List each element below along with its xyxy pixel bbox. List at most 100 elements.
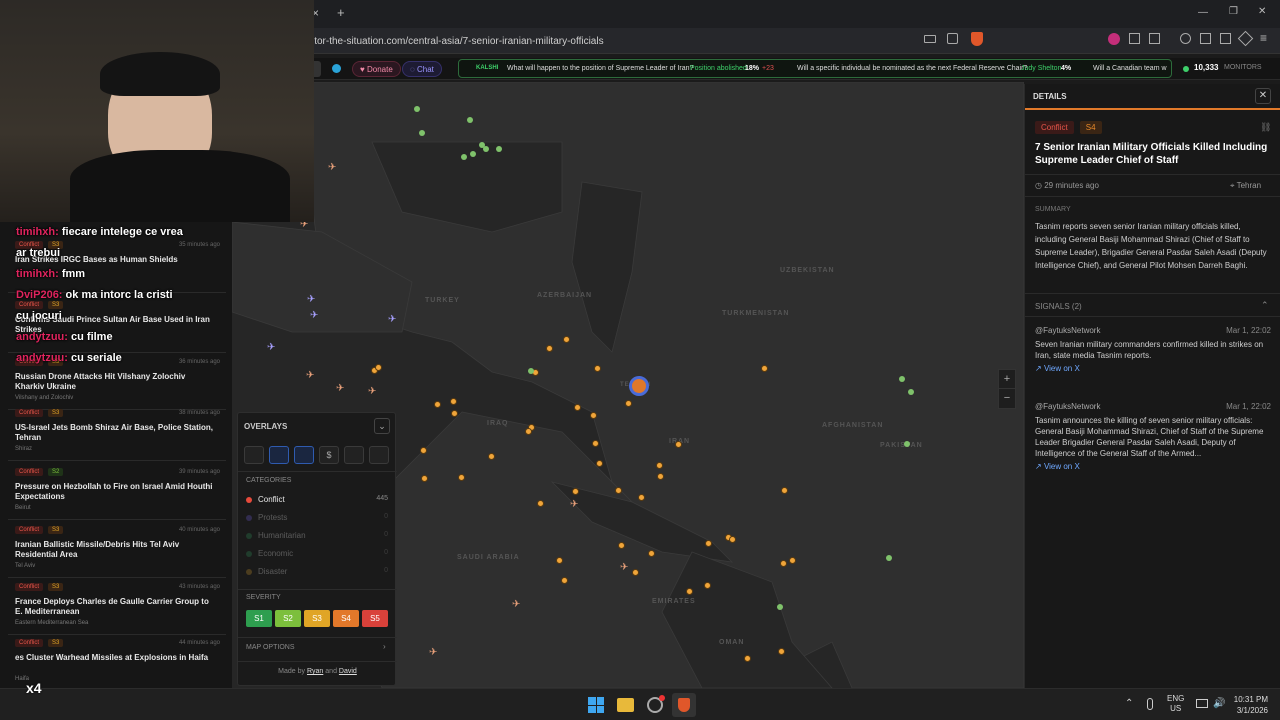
event-marker[interactable] <box>638 494 645 501</box>
protest-marker[interactable] <box>899 376 905 382</box>
event-marker[interactable] <box>421 475 428 482</box>
severity-filter-button[interactable]: S1 <box>246 610 272 627</box>
close-icon[interactable]: ✕ <box>1255 88 1271 104</box>
chevron-right-icon[interactable]: › <box>383 642 386 651</box>
aircraft-icon[interactable]: ✈ <box>336 383 344 394</box>
language-indicator[interactable]: ENG US <box>1167 694 1184 714</box>
aircraft-icon[interactable]: ✈ <box>328 162 336 173</box>
aircraft-icon[interactable]: ✈ <box>620 562 628 573</box>
event-marker[interactable] <box>781 487 788 494</box>
event-marker[interactable] <box>761 365 768 372</box>
satellite-icon[interactable] <box>344 446 364 464</box>
wallet-icon[interactable] <box>1149 33 1160 44</box>
event-marker[interactable] <box>656 462 663 469</box>
event-marker[interactable] <box>705 540 712 547</box>
event-marker[interactable] <box>729 536 736 543</box>
people-icon[interactable] <box>244 446 264 464</box>
event-marker[interactable] <box>704 582 711 589</box>
event-marker[interactable] <box>657 473 664 480</box>
event-marker[interactable] <box>537 500 544 507</box>
event-marker[interactable] <box>375 364 382 371</box>
event-marker[interactable] <box>451 410 458 417</box>
military-aircraft-icon[interactable]: ✈ <box>310 310 318 321</box>
close-window-button[interactable]: ✕ <box>1258 6 1266 17</box>
category-item[interactable]: Protests 0 <box>246 511 388 525</box>
link-icon[interactable]: ⛓ <box>1260 122 1271 133</box>
feed-card[interactable]: Conflict S3 43 minutes ago France Deploys C… <box>8 579 226 635</box>
protest-marker[interactable] <box>777 604 783 610</box>
telegram-icon[interactable] <box>332 64 341 73</box>
windows-start-icon[interactable] <box>588 697 604 713</box>
event-marker[interactable] <box>563 336 570 343</box>
aircraft-icon[interactable]: ✈ <box>570 499 578 510</box>
protest-marker[interactable] <box>414 106 420 112</box>
chevron-up-icon[interactable]: ⌃ <box>1261 300 1269 311</box>
event-marker[interactable] <box>596 460 603 467</box>
protest-marker[interactable] <box>496 146 502 152</box>
vpn-icon[interactable] <box>1220 33 1231 44</box>
feed-card[interactable]: Conflict S3 38 minutes ago US-Israel Jets B… <box>8 405 226 461</box>
category-item[interactable]: Conflict 445 <box>246 493 388 507</box>
event-marker[interactable] <box>556 557 563 564</box>
event-marker[interactable] <box>590 412 597 419</box>
protest-marker[interactable] <box>528 368 534 374</box>
aircraft-icon[interactable]: ✈ <box>306 370 314 381</box>
event-marker[interactable] <box>618 542 625 549</box>
event-marker[interactable] <box>450 398 457 405</box>
ticker-item-text[interactable]: What will happen to the position of Supr… <box>507 60 693 77</box>
leo-icon[interactable] <box>1237 30 1254 47</box>
military-aircraft-icon[interactable]: ✈ <box>388 314 396 325</box>
aircraft-icon[interactable]: ✈ <box>429 647 437 658</box>
protest-marker[interactable] <box>461 154 467 160</box>
protest-marker[interactable] <box>904 441 910 447</box>
event-marker[interactable] <box>625 400 632 407</box>
event-marker[interactable] <box>488 453 495 460</box>
brave-taskbar-item[interactable] <box>672 693 696 717</box>
ticker-item-text[interactable]: Will a specific individual be nominated … <box>797 60 1027 77</box>
dollar-icon[interactable]: $ <box>319 446 339 464</box>
selected-event-marker[interactable] <box>629 376 649 396</box>
event-marker[interactable] <box>615 487 622 494</box>
event-marker[interactable] <box>561 577 568 584</box>
signal-source[interactable]: @FaytuksNetwork <box>1035 402 1100 411</box>
menu-icon[interactable]: ≡ <box>1260 32 1272 44</box>
feed-card[interactable]: Conflict S2 39 minutes ago Pressure on Hezb… <box>8 464 226 520</box>
author-link[interactable]: David <box>339 668 357 675</box>
protest-marker[interactable] <box>470 151 476 157</box>
camera-icon[interactable] <box>369 446 389 464</box>
zoom-in-button[interactable]: + <box>999 370 1015 389</box>
maximize-button[interactable]: ❐ <box>1229 6 1238 17</box>
feed-card[interactable]: Conflict S3 40 minutes ago Iranian Ballisti… <box>8 522 226 578</box>
chevron-up-tray-icon[interactable]: ⌃ <box>1125 698 1133 709</box>
url-field[interactable]: itor-the-situation.com/central-asia/7-se… <box>312 33 992 50</box>
protest-marker[interactable] <box>483 146 489 152</box>
event-marker[interactable] <box>780 560 787 567</box>
minimize-button[interactable]: — <box>1198 7 1208 18</box>
map-options-toggle[interactable]: MAP OPTIONS <box>246 644 295 651</box>
category-item[interactable]: Humanitarian 0 <box>246 529 388 543</box>
network-icon[interactable] <box>1196 699 1208 708</box>
puzzle-icon[interactable] <box>1129 33 1140 44</box>
sidebar-icon[interactable] <box>1200 33 1211 44</box>
ticker-item-text[interactable]: Will a Canadian team w <box>1093 60 1167 77</box>
event-marker[interactable] <box>594 365 601 372</box>
zoom-out-button[interactable]: − <box>999 389 1015 408</box>
severity-filter-button[interactable]: S5 <box>362 610 388 627</box>
aircraft-toggle-icon[interactable] <box>269 446 289 464</box>
aircraft-icon[interactable]: ✈ <box>512 599 520 610</box>
event-marker[interactable] <box>778 648 785 655</box>
chat-button[interactable]: ◌ Chat <box>402 61 442 77</box>
view-on-x-link[interactable]: ↗ View on X <box>1035 462 1080 471</box>
microphone-icon[interactable] <box>1147 698 1153 710</box>
music-icon[interactable] <box>1180 33 1191 44</box>
severity-filter-button[interactable]: S3 <box>304 610 330 627</box>
ship-icon[interactable] <box>294 446 314 464</box>
military-aircraft-icon[interactable]: ✈ <box>267 342 275 353</box>
view-on-x-link[interactable]: ↗ View on X <box>1035 364 1080 373</box>
military-aircraft-icon[interactable]: ✈ <box>307 294 315 305</box>
event-marker[interactable] <box>434 401 441 408</box>
signal-source[interactable]: @FaytuksNetwork <box>1035 326 1100 335</box>
event-marker[interactable] <box>686 588 693 595</box>
event-marker[interactable] <box>525 428 532 435</box>
extension-icon[interactable] <box>1108 33 1120 45</box>
